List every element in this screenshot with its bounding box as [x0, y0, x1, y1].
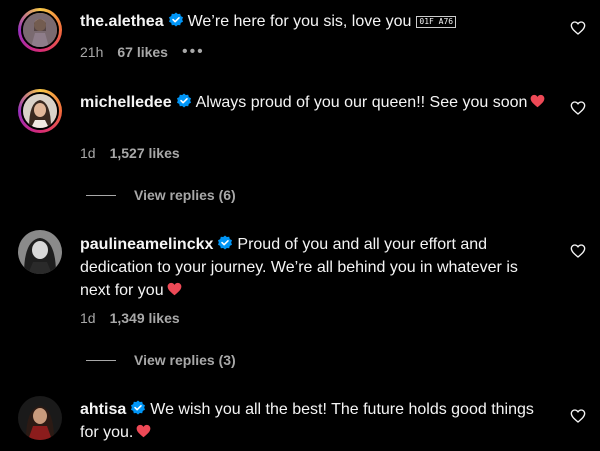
comment-time[interactable]: 1d [80, 145, 96, 161]
heart-outline-icon[interactable] [570, 408, 586, 424]
avatar[interactable] [18, 230, 62, 274]
verified-badge-icon [168, 12, 183, 27]
comment-meta: 1d 1,349 likes [80, 310, 180, 326]
red-heart-emoji-icon [136, 424, 151, 438]
comment-text: Always proud of you our queen!! See you … [195, 94, 528, 111]
comment-text: We’re here for you sis, love you [187, 13, 412, 30]
avatar[interactable] [18, 8, 62, 52]
comment-time[interactable]: 1d [80, 310, 96, 326]
username[interactable]: paulineamelinckx [80, 236, 213, 253]
username[interactable]: the.alethea [80, 13, 164, 30]
verified-badge-icon [131, 400, 146, 415]
heart-outline-icon[interactable] [570, 243, 586, 259]
view-replies-button[interactable]: View replies (3) [86, 352, 236, 368]
view-replies-button[interactable]: View replies (6) [86, 187, 236, 203]
avatar[interactable] [18, 89, 62, 133]
avatar-image [21, 11, 59, 49]
heart-outline-icon[interactable] [570, 100, 586, 116]
username[interactable]: michelledee [80, 94, 172, 111]
avatar-image [21, 92, 59, 130]
heart-outline-icon[interactable] [570, 20, 586, 36]
verified-badge-icon [218, 235, 233, 250]
avatar-image [18, 230, 62, 274]
comment-likes[interactable]: 1,349 likes [110, 310, 180, 326]
comment-body: michelledee Always proud of you our queen… [80, 91, 550, 114]
comment-likes[interactable]: 1,527 likes [110, 145, 180, 161]
replies-divider [86, 194, 116, 196]
comment-body: ahtisa We wish you all the best! The futu… [80, 398, 550, 444]
emoji-placeholder: 01F A76 [416, 16, 457, 28]
more-options-button[interactable]: ••• [182, 43, 205, 61]
verified-badge-icon [176, 93, 191, 108]
username[interactable]: ahtisa [80, 401, 126, 418]
red-heart-emoji-icon [167, 282, 181, 296]
comment-meta: 1d 1,527 likes [80, 145, 180, 161]
replies-divider [86, 359, 116, 361]
comment-body: paulineamelinckx Proud of you and all you… [80, 233, 550, 302]
avatar[interactable] [18, 396, 62, 440]
comment-meta: 21h 67 likes ••• [80, 43, 205, 61]
comment-likes[interactable]: 67 likes [117, 44, 168, 60]
avatar-image [18, 396, 62, 440]
view-replies-label[interactable]: View replies (3) [134, 352, 236, 368]
view-replies-label[interactable]: View replies (6) [134, 187, 236, 203]
comment-body: the.alethea We’re here for you sis, love … [80, 10, 550, 33]
red-heart-emoji-icon [531, 94, 545, 108]
comment-time[interactable]: 21h [80, 44, 103, 60]
